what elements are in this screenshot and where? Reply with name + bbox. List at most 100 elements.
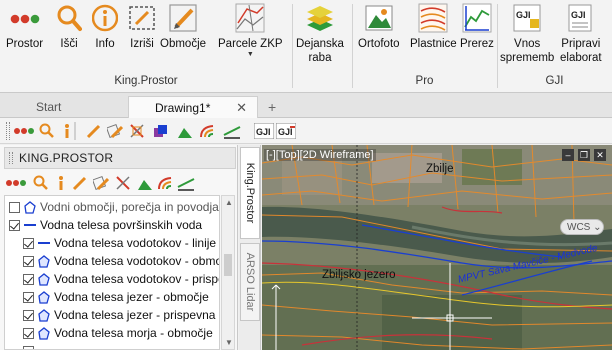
layer-checkbox[interactable]	[23, 237, 34, 249]
search-icon[interactable]	[38, 122, 56, 140]
polygon-layer-icon	[37, 290, 50, 304]
tree-item[interactable]: Vodna telesa vodotokov - linije	[5, 234, 219, 252]
tree-item[interactable]: Vodna telesa vodotokov - območ	[5, 252, 219, 270]
tree-item[interactable]: Vodna telesa jezer - območje	[5, 288, 219, 306]
tree-item[interactable]	[5, 342, 219, 349]
group-label-king-prostor: King.Prostor	[114, 75, 178, 87]
pencil-area-icon[interactable]	[106, 122, 124, 140]
traffic-dots-icon[interactable]	[14, 122, 34, 140]
cross-section-icon	[462, 2, 492, 34]
toolbar-divider	[74, 122, 76, 140]
gji-input-icon[interactable]: GJI	[254, 122, 274, 140]
layer-checkbox[interactable]	[23, 273, 34, 285]
close-icon[interactable]: ✕	[594, 149, 606, 161]
orthophoto-icon[interactable]	[176, 122, 194, 140]
wcs-dropdown[interactable]: WCS ⌄	[560, 219, 604, 235]
layer-checkbox[interactable]	[23, 255, 34, 267]
vnos-sprememb-button[interactable]: GJI Vnos sprememb	[500, 2, 554, 65]
scroll-thumb[interactable]	[224, 254, 232, 276]
layer-tree: Vodni območji, porečja in povodja Vodna …	[4, 195, 220, 350]
parcels-erase-icon[interactable]	[114, 174, 132, 192]
map-canvas	[262, 145, 612, 350]
place-label-zbiljsko-jezero: Zbiljsko jezero	[322, 269, 396, 281]
obmocje-button[interactable]: Območje	[160, 2, 206, 51]
king-prostor-panel: KING.PROSTOR Vodni območji, porečja in p…	[0, 145, 238, 350]
traffic-dots-icon[interactable]	[6, 174, 26, 192]
pencil-icon[interactable]	[84, 122, 102, 140]
orthophoto-icon[interactable]	[136, 174, 154, 192]
parcels-icon	[235, 2, 265, 34]
drawing-viewport[interactable]: [-][Top][2D Wireframe] – ❐ ✕ WCS ⌄ Zbilj…	[262, 145, 612, 350]
pencil-area-icon[interactable]	[92, 174, 110, 192]
info-icon	[90, 2, 120, 34]
close-icon[interactable]: ✕	[236, 97, 247, 119]
tree-item[interactable]: Vodna telesa morja - območje	[5, 324, 219, 342]
tab-arso-lidar[interactable]: ARSO Lidar	[240, 243, 260, 321]
gji-input-icon: GJI	[512, 2, 542, 34]
prerez-button[interactable]: Prerez	[460, 2, 494, 51]
search-icon[interactable]	[32, 174, 50, 192]
polygon-layer-icon	[37, 326, 50, 340]
group-divider	[292, 4, 293, 88]
polygon-layer-icon	[23, 200, 36, 214]
pripravi-elaborat-button[interactable]: GJI Pripravi elaborat	[560, 2, 602, 65]
prostor-button[interactable]: Prostor	[6, 2, 43, 51]
gji-prepare-icon: GJI	[566, 2, 596, 34]
panel-grip-icon[interactable]	[9, 152, 13, 164]
toolbar-grip-icon[interactable]	[6, 122, 10, 140]
quick-toolbar: GJI GJI	[0, 118, 612, 144]
polygon-layer-icon	[37, 254, 50, 268]
panel-toolbar	[4, 172, 236, 194]
viewport-controls-label[interactable]: [-][Top][2D Wireframe]	[264, 149, 376, 161]
chevron-down-icon[interactable]: ▼	[247, 51, 254, 59]
parcele-zkp-button[interactable]: Parcele ZKP ▼	[218, 2, 283, 59]
group-label-pro: Pro	[415, 75, 434, 87]
tree-scrollbar[interactable]: ▲ ▼	[221, 195, 235, 350]
layer-checkbox[interactable]	[9, 201, 20, 213]
ribbon: Prostor Išči Info Izriši Območje Parcele…	[0, 0, 612, 93]
svg-text:GJI: GJI	[278, 127, 293, 137]
layer-checkbox[interactable]	[23, 327, 34, 339]
pencil-icon[interactable]	[70, 174, 88, 192]
land-use-layers-icon	[305, 2, 335, 34]
tree-item[interactable]: Vodna telesa vodotokov - prispev	[5, 270, 219, 288]
polygon-layer-icon	[37, 272, 50, 286]
tree-item[interactable]: Vodna telesa površinskih voda	[5, 216, 219, 234]
contour-lines-icon[interactable]	[156, 174, 174, 192]
layer-checkbox[interactable]	[23, 291, 34, 303]
scroll-down-icon[interactable]: ▼	[225, 338, 233, 347]
scroll-up-icon[interactable]: ▲	[225, 198, 233, 207]
tab-drawing1[interactable]: Drawing1* ✕	[128, 96, 258, 118]
layer-checkbox[interactable]	[23, 345, 34, 349]
layer-checkbox[interactable]	[23, 309, 34, 321]
isci-button[interactable]: Išči	[54, 2, 84, 51]
tree-item[interactable]: Vodni območji, porečja in povodja	[5, 198, 219, 216]
tab-start[interactable]: Start	[8, 96, 128, 118]
ortofoto-button[interactable]: Ortofoto	[358, 2, 400, 51]
dejanska-raba-button[interactable]: Dejanska raba	[296, 2, 344, 65]
tree-item[interactable]: Vodna telesa jezer - prispevna po	[5, 306, 219, 324]
side-tabs: King.Prostor ARSO Lidar	[239, 145, 261, 350]
pencil-area-icon	[168, 2, 198, 34]
add-tab-button[interactable]: +	[268, 96, 276, 118]
panel-title: KING.PROSTOR	[4, 147, 236, 169]
search-icon	[54, 2, 84, 34]
plastnice-button[interactable]: Plastnice	[410, 2, 457, 51]
layers-icon[interactable]	[152, 122, 170, 140]
info-icon[interactable]	[52, 174, 70, 192]
cross-section-icon[interactable]	[222, 122, 242, 140]
izrisi-button[interactable]: Izriši	[127, 2, 157, 51]
svg-text:GJI: GJI	[571, 10, 586, 20]
cross-section-icon[interactable]	[176, 174, 196, 192]
gji-prepare-icon[interactable]: GJI	[276, 122, 296, 140]
minimize-icon[interactable]: –	[562, 149, 574, 161]
svg-text:GJI: GJI	[256, 127, 271, 137]
restore-icon[interactable]: ❐	[578, 149, 590, 161]
viewport-window-controls: – ❐ ✕	[562, 149, 606, 161]
polygon-layer-icon	[37, 308, 50, 322]
tab-king-prostor[interactable]: King.Prostor	[240, 147, 260, 239]
parcels-erase-icon[interactable]	[128, 122, 146, 140]
contour-lines-icon[interactable]	[198, 122, 216, 140]
layer-checkbox[interactable]	[9, 219, 20, 231]
info-button[interactable]: Info	[90, 2, 120, 51]
